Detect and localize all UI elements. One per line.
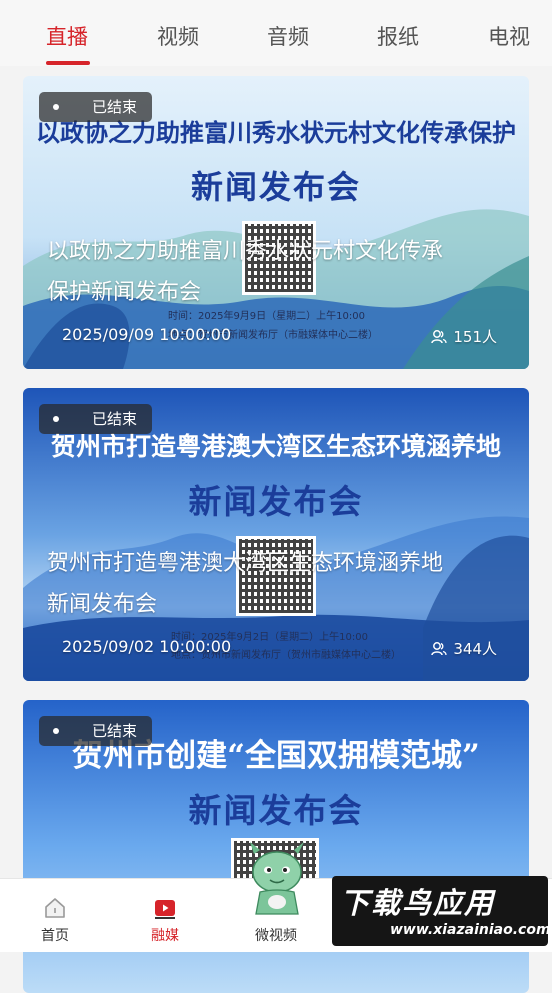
viewer-count-value: 344人 [453,640,497,658]
status-label: 已结束 [92,410,138,428]
live-card[interactable]: 贺州市打造粤港澳大湾区生态环境涵养地 新闻发布会 时间：2025年9月2日（星期… [23,388,529,681]
nav-media-label: 融媒 [151,928,179,944]
status-label: 已结束 [92,722,138,740]
watermark-logo: 下载鸟应用 www.xiazainiao.com [332,876,551,946]
viewer-count-value: 151人 [453,328,497,346]
tab-audio[interactable]: 音频 [267,22,309,52]
nav-microvideo-label: 微视频 [255,928,297,944]
card-title-line: 新闻发布会 [47,592,158,617]
poster-subtitle: 新闻发布会 [188,791,364,830]
watermark-sub-text: www.xiazainiao.com [390,922,551,938]
active-tab-indicator [46,61,90,65]
card-title-line: 贺州市打造粤港澳大湾区生态环境涵养地 [47,551,444,576]
tab-tv[interactable]: 电视 [488,22,530,52]
status-badge: 已结束 [39,404,152,434]
status-badge: 已结束 [39,92,152,122]
top-tab-bar: 直播 视频 音频 报纸 电视 [0,0,552,66]
status-dot-icon [53,104,59,110]
poster-subtitle: 新闻发布会 [190,168,361,206]
card-date: 2025/09/02 10:00:00 [62,637,232,656]
viewer-count: 344人 [431,638,497,659]
user-icon [431,642,448,656]
poster-subtitle: 新闻发布会 [188,482,364,521]
status-badge: 已结束 [39,716,152,746]
tab-newspaper[interactable]: 报纸 [377,22,419,52]
home-icon [45,898,65,918]
play-icon [155,900,175,919]
live-card[interactable]: 以政协之力助推富川秀水状元村文化传承保护 新闻发布会 时间：2025年9月9日（… [23,76,529,369]
user-icon [431,330,448,344]
status-label: 已结束 [92,98,138,116]
card-date: 2025/09/09 10:00:00 [62,325,232,344]
tab-live[interactable]: 直播 [46,22,88,52]
tab-video[interactable]: 视频 [157,22,199,52]
watermark-main-text: 下载鸟应用 [340,886,496,920]
viewer-count: 151人 [431,326,497,347]
card-title-line: 保护新闻发布会 [47,280,202,305]
card-title-line: 以政协之力助推富川秀水状元村文化传承 [47,239,444,264]
status-dot-icon [53,416,59,422]
nav-home-label: 首页 [41,928,69,944]
status-dot-icon [53,728,59,734]
card-title: 以政协之力助推富川秀水状元村文化传承 保护新闻发布会 [47,231,507,313]
card-title: 贺州市打造粤港澳大湾区生态环境涵养地 新闻发布会 [47,543,507,625]
dragon-mascot-icon[interactable] [232,840,322,920]
